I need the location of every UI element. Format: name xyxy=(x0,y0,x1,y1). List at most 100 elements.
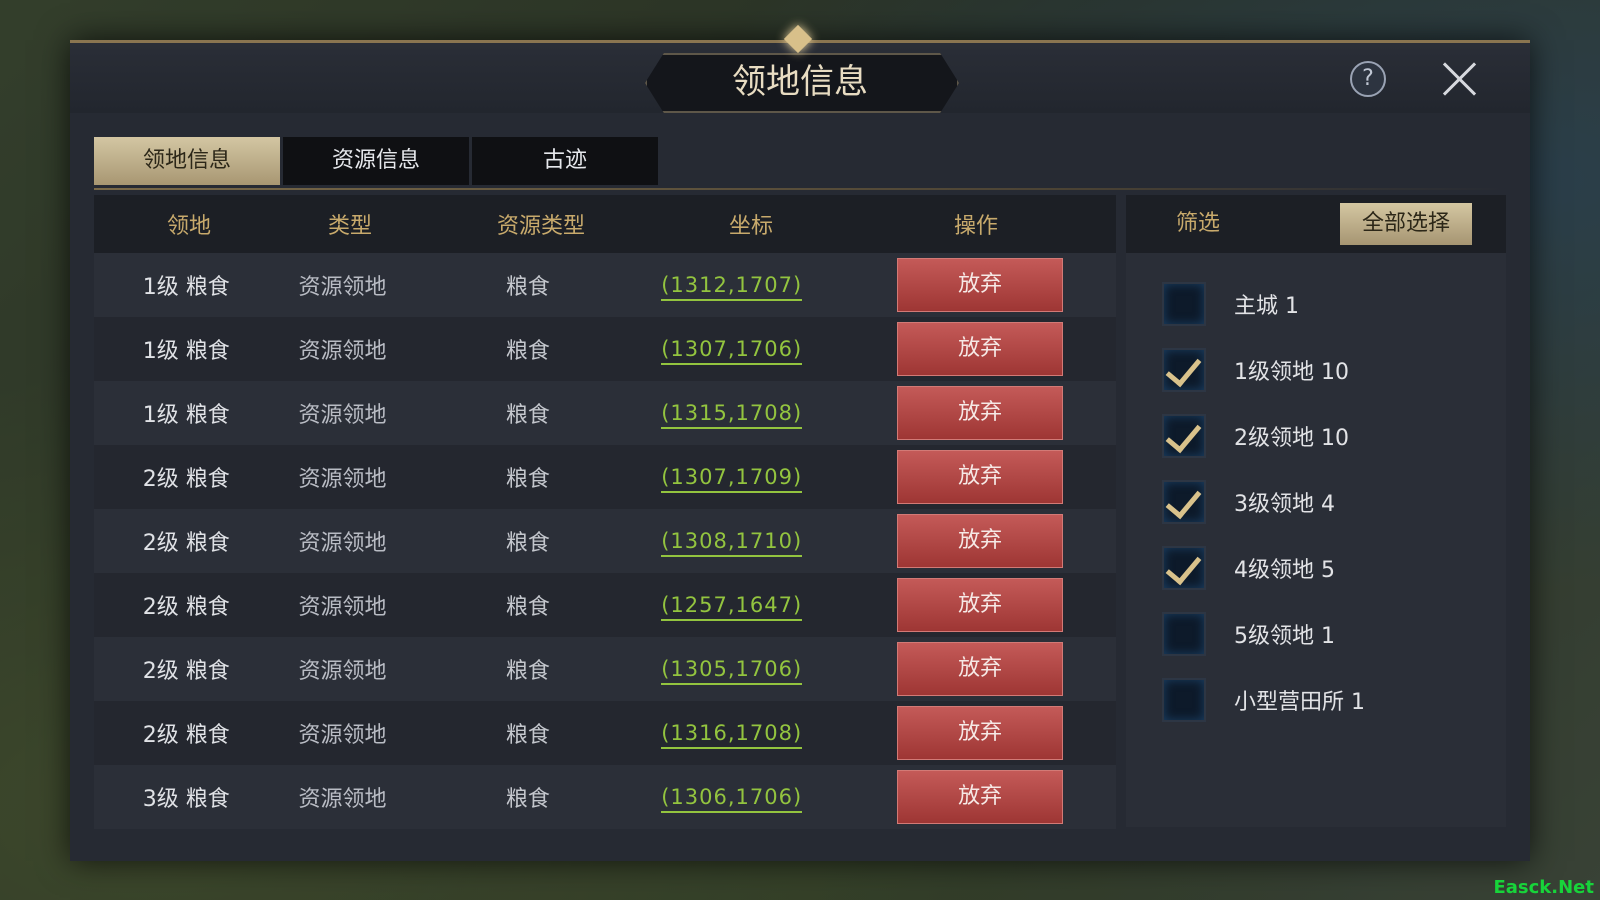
resource-type-cell: 粮食 xyxy=(505,531,550,556)
table-header: 领地 类型 资源类型 坐标 操作 xyxy=(94,195,1116,253)
resource-type-cell: 粮食 xyxy=(505,595,550,620)
resource-type-cell: 粮食 xyxy=(505,275,550,300)
tab-ruins[interactable]: 古迹 xyxy=(472,137,658,185)
territory-cell: 2级 粮食 xyxy=(142,595,230,620)
coordinate-cell: (1257,1647) xyxy=(649,592,814,621)
territory-cell: 1级 粮食 xyxy=(142,403,230,428)
filter-title: 筛选 xyxy=(1176,211,1221,236)
type-cell: 资源领地 xyxy=(298,403,387,428)
checked-checkbox[interactable] xyxy=(1162,414,1206,458)
operation-cell: 放弃 xyxy=(814,642,1116,696)
type-cell: 资源领地 xyxy=(298,595,387,620)
filter-item[interactable]: 5级领地 1 xyxy=(1126,601,1506,667)
table-row: 1级 粮食 资源领地 粮食 (1307,1706) 放弃 xyxy=(94,317,1116,381)
table-row: 1级 粮食 资源领地 粮食 (1315,1708) 放弃 xyxy=(94,381,1116,445)
tab-territory-info[interactable]: 领地信息 xyxy=(94,137,280,185)
coordinate-link[interactable]: (1307,1709) xyxy=(661,464,803,493)
checked-checkbox[interactable] xyxy=(1162,480,1206,524)
header-resource-type: 资源类型 xyxy=(496,214,585,239)
type-cell: 资源领地 xyxy=(298,467,387,492)
operation-cell: 放弃 xyxy=(814,770,1116,824)
territory-dialog: 领地信息 ? 领地信息 资源信息 古迹 领地 类型 资源类型 坐标 操作 1级 … xyxy=(70,24,1530,861)
table-row: 3级 粮食 资源领地 粮食 (1306,1706) 放弃 xyxy=(94,765,1116,829)
coordinate-link[interactable]: (1305,1706) xyxy=(661,656,803,685)
territory-cell: 2级 粮食 xyxy=(142,723,230,748)
type-cell: 资源领地 xyxy=(298,531,387,556)
type-cell: 资源领地 xyxy=(298,723,387,748)
abandon-button[interactable]: 放弃 xyxy=(897,770,1064,824)
coordinate-link[interactable]: (1316,1708) xyxy=(661,720,803,749)
resource-type-cell: 粮食 xyxy=(505,339,550,364)
resource-type-cell: 粮食 xyxy=(505,659,550,684)
select-all-button[interactable]: 全部选择 xyxy=(1340,203,1472,245)
abandon-button[interactable]: 放弃 xyxy=(897,386,1064,440)
abandon-button[interactable]: 放弃 xyxy=(897,514,1064,568)
filter-item[interactable]: 小型营田所 1 xyxy=(1126,667,1506,733)
coordinate-cell: (1305,1706) xyxy=(649,656,814,685)
unchecked-checkbox[interactable] xyxy=(1162,282,1206,326)
filter-item[interactable]: 主城 1 xyxy=(1126,271,1506,337)
abandon-button[interactable]: 放弃 xyxy=(897,706,1064,760)
unchecked-checkbox[interactable] xyxy=(1162,678,1206,722)
table-body: 1级 粮食 资源领地 粮食 (1312,1707) 放弃 1级 粮食 资源领地 … xyxy=(94,253,1116,829)
filter-item[interactable]: 1级领地 10 xyxy=(1126,337,1506,403)
filter-label: 2级领地 10 xyxy=(1234,426,1349,451)
operation-cell: 放弃 xyxy=(814,258,1116,312)
coordinate-link[interactable]: (1307,1706) xyxy=(661,336,803,365)
table-row: 2级 粮食 资源领地 粮食 (1316,1708) 放弃 xyxy=(94,701,1116,765)
filter-label: 1级领地 10 xyxy=(1234,360,1349,385)
operation-cell: 放弃 xyxy=(814,514,1116,568)
checked-checkbox[interactable] xyxy=(1162,348,1206,392)
filter-label: 主城 1 xyxy=(1234,294,1299,319)
territory-cell: 2级 粮食 xyxy=(142,467,230,492)
tab-divider xyxy=(94,188,1506,190)
coordinate-link[interactable]: (1315,1708) xyxy=(661,400,803,429)
filter-label: 4级领地 5 xyxy=(1234,558,1335,583)
help-button[interactable]: ? xyxy=(1350,61,1386,97)
filter-label: 3级领地 4 xyxy=(1234,492,1335,517)
close-icon[interactable] xyxy=(1440,59,1480,99)
table-row: 1级 粮食 资源领地 粮食 (1312,1707) 放弃 xyxy=(94,253,1116,317)
filter-item[interactable]: 4级领地 5 xyxy=(1126,535,1506,601)
operation-cell: 放弃 xyxy=(814,706,1116,760)
operation-cell: 放弃 xyxy=(814,450,1116,504)
resource-type-cell: 粮食 xyxy=(505,787,550,812)
territory-cell: 1级 粮食 xyxy=(142,339,230,364)
filter-list: 主城 1 1级领地 10 2级领地 10 3级领地 4 4级领地 5 5级领地 … xyxy=(1126,253,1506,733)
filter-panel: 筛选 全部选择 主城 1 1级领地 10 2级领地 10 3级领地 4 4级领地… xyxy=(1126,195,1506,827)
coordinate-cell: (1315,1708) xyxy=(649,400,814,429)
watermark: Easck.Net xyxy=(1493,877,1594,898)
abandon-button[interactable]: 放弃 xyxy=(897,642,1064,696)
coordinate-link[interactable]: (1308,1710) xyxy=(661,528,803,557)
filter-item[interactable]: 3级领地 4 xyxy=(1126,469,1506,535)
abandon-button[interactable]: 放弃 xyxy=(897,450,1064,504)
coordinate-link[interactable]: (1257,1647) xyxy=(661,592,803,621)
unchecked-checkbox[interactable] xyxy=(1162,612,1206,656)
tab-resource-info[interactable]: 资源信息 xyxy=(283,137,469,185)
table-row: 2级 粮食 资源领地 粮食 (1307,1709) 放弃 xyxy=(94,445,1116,509)
filter-header: 筛选 全部选择 xyxy=(1126,195,1506,253)
abandon-button[interactable]: 放弃 xyxy=(897,322,1064,376)
coordinate-cell: (1307,1706) xyxy=(649,336,814,365)
coordinate-cell: (1312,1707) xyxy=(649,272,814,301)
territory-cell: 2级 粮食 xyxy=(142,659,230,684)
checked-checkbox[interactable] xyxy=(1162,546,1206,590)
filter-label: 5级领地 1 xyxy=(1234,624,1335,649)
dialog-title: 领地信息 xyxy=(732,62,868,102)
resource-type-cell: 粮食 xyxy=(505,467,550,492)
coordinate-cell: (1306,1706) xyxy=(649,784,814,813)
filter-item[interactable]: 2级领地 10 xyxy=(1126,403,1506,469)
abandon-button[interactable]: 放弃 xyxy=(897,258,1064,312)
territory-table: 领地 类型 资源类型 坐标 操作 1级 粮食 资源领地 粮食 (1312,170… xyxy=(94,195,1116,829)
dialog-header: 领地信息 ? xyxy=(70,24,1530,113)
header-coordinates: 坐标 xyxy=(728,214,773,239)
operation-cell: 放弃 xyxy=(814,578,1116,632)
resource-type-cell: 粮食 xyxy=(505,723,550,748)
coordinate-link[interactable]: (1312,1707) xyxy=(661,272,803,301)
coordinate-link[interactable]: (1306,1706) xyxy=(661,784,803,813)
operation-cell: 放弃 xyxy=(814,386,1116,440)
abandon-button[interactable]: 放弃 xyxy=(897,578,1064,632)
header-operation: 操作 xyxy=(953,214,998,239)
territory-cell: 3级 粮食 xyxy=(142,787,230,812)
coordinate-cell: (1316,1708) xyxy=(649,720,814,749)
